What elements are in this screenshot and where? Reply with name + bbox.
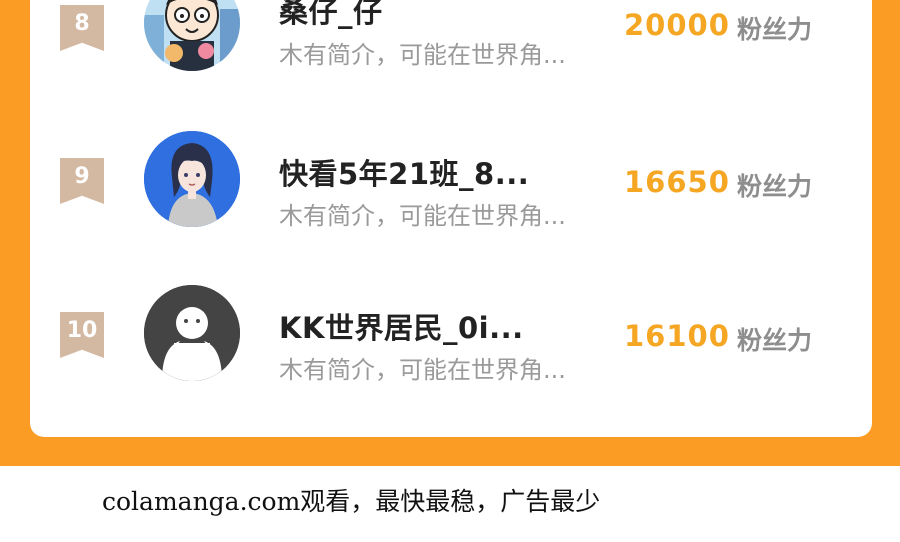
user-name[interactable]: 桑仔_仔 (279, 0, 383, 31)
user-intro: 木有简介，可能在世界角... (279, 356, 566, 384)
anime-girl-avatar-icon (144, 131, 240, 227)
user-avatar-anime-girl[interactable] (144, 131, 240, 227)
ranking-card: 8 桑仔_仔 木有简介，可能在世界角... 20000 粉丝力 9 快看5年21… (30, 0, 872, 437)
fans-value: 16100 (624, 319, 730, 353)
user-avatar-default[interactable] (144, 285, 240, 381)
fans-label: 粉丝力 (737, 15, 813, 44)
default-user-avatar-icon (144, 285, 240, 381)
ranking-row[interactable]: 9 快看5年21班_8... 木有简介，可能在世界角... 16650 粉丝力 (30, 128, 872, 278)
rank-badge: 10 (60, 312, 104, 358)
fans-value: 20000 (624, 8, 730, 42)
user-intro: 木有简介，可能在世界角... (279, 41, 566, 69)
rank-badge: 9 (60, 158, 104, 204)
ranking-row[interactable]: 10 KK世界居民_0i... 木有简介，可能在世界角... 16100 粉丝力 (30, 282, 872, 432)
user-avatar-cartoon-boy[interactable] (144, 0, 240, 71)
ranking-row[interactable]: 8 桑仔_仔 木有简介，可能在世界角... 20000 粉丝力 (30, 0, 872, 125)
rank-badge: 8 (60, 5, 104, 51)
fans-value: 16650 (624, 165, 730, 199)
fans-label: 粉丝力 (737, 172, 813, 201)
user-intro: 木有简介，可能在世界角... (279, 202, 566, 230)
fans-label: 粉丝力 (737, 326, 813, 355)
user-name[interactable]: 快看5年21班_8... (279, 151, 529, 193)
cartoon-boy-avatar-icon (144, 0, 240, 71)
footer-watermark-text: colamanga.com观看，最快最稳，广告最少 (102, 487, 601, 516)
user-name[interactable]: KK世界居民_0i... (279, 305, 524, 347)
